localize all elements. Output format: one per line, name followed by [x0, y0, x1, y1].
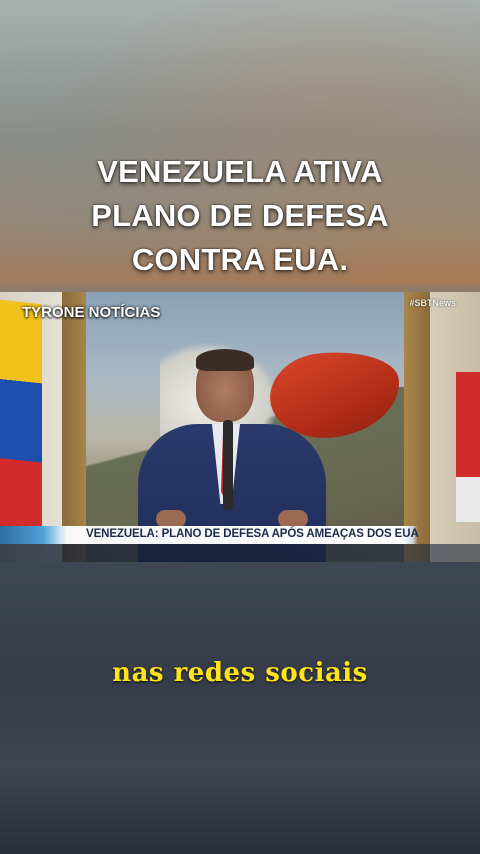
microphone: [223, 420, 233, 510]
video-headline: VENEZUELA ATIVA PLANO DE DEFESA CONTRA E…: [0, 150, 480, 282]
headline-line-2: PLANO DE DEFESA: [91, 198, 389, 233]
channel-label: TYRONE NOTÍCIAS: [22, 304, 161, 321]
lower-third-text: VENEZUELA: PLANO DE DEFESA APÓS AMEAÇAS …: [86, 528, 419, 540]
lower-third-stripe: [0, 544, 480, 562]
subtitle-caption: nas redes sociais: [112, 658, 368, 688]
speaker-hair: [196, 349, 254, 371]
headline-line-1: VENEZUELA ATIVA: [97, 154, 383, 189]
flag-right: [456, 372, 480, 522]
blurred-background-bottom: [0, 562, 480, 854]
venezuelan-flag: [0, 299, 42, 545]
video-frame[interactable]: TYRONE NOTÍCIAS #SBTNews VENEZUELA: PLAN…: [0, 292, 480, 562]
broadcaster-watermark: #SBTNews: [409, 298, 456, 308]
headline-line-3: CONTRA EUA.: [131, 242, 349, 277]
